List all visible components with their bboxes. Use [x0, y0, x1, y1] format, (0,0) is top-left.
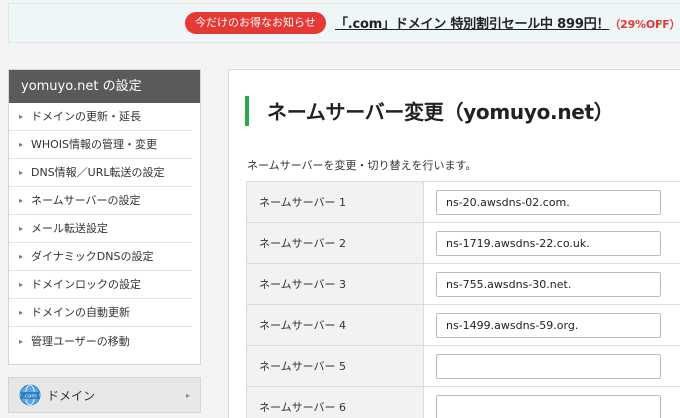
nameserver-label: ネームサーバー 2 — [246, 223, 424, 263]
nameserver-4-input[interactable] — [436, 313, 661, 338]
nameserver-5-input[interactable] — [436, 354, 661, 379]
nameserver-3-input[interactable] — [436, 272, 661, 297]
arrow-right-icon: ▸ — [19, 196, 24, 205]
arrow-right-icon: ▸ — [19, 112, 24, 121]
arrow-right-icon: ▸ — [19, 168, 24, 177]
table-row: ネームサーバー 1 — [246, 182, 680, 223]
globe-icon: .com — [19, 384, 41, 406]
arrow-right-icon: ▸ — [19, 252, 24, 261]
sidebar-item-label: メール転送設定 — [31, 222, 108, 235]
sidebar-item-dns[interactable]: ▸ DNS情報／URL転送の設定 — [9, 159, 192, 187]
nameserver-label: ネームサーバー 1 — [246, 182, 424, 222]
table-row: ネームサーバー 6 — [246, 387, 680, 418]
domain-nav-item[interactable]: .com ドメイン ▸ — [8, 377, 201, 413]
sidebar-item-nameserver[interactable]: ▸ ネームサーバーの設定 — [9, 187, 192, 215]
page-title: ネームサーバー変更（yomuyo.net） — [267, 100, 614, 124]
sidebar-item-label: ダイナミックDNSの設定 — [31, 250, 154, 263]
sidebar-item-label: 管理ユーザーの移動 — [31, 334, 130, 348]
nameserver-label: ネームサーバー 4 — [246, 305, 424, 345]
sidebar-item-user-transfer[interactable]: ▸ 管理ユーザーの移動 — [9, 327, 192, 355]
globe-icon-text: .com — [23, 394, 37, 400]
arrow-right-icon: ▸ — [19, 280, 24, 289]
promo-banner[interactable]: 今だけのお得なお知らせ 「.com」ドメイン 特別割引セール中 899円！（29… — [8, 3, 680, 43]
nameserver-label: ネームサーバー 3 — [246, 264, 424, 304]
nameserver-table: ネームサーバー 1 ネームサーバー 2 ネームサーバー 3 ネームサーバー 4 … — [246, 181, 680, 418]
nameserver-label: ネームサーバー 5 — [246, 346, 424, 386]
sidebar-item-dynamic-dns[interactable]: ▸ ダイナミックDNSの設定 — [9, 243, 192, 271]
arrow-right-icon: ▸ — [19, 336, 24, 346]
domain-nav-label: ドメイン — [47, 388, 96, 403]
sidebar-item-domain-renewal[interactable]: ▸ ドメインの更新・延長 — [9, 103, 192, 131]
table-row: ネームサーバー 3 — [246, 264, 680, 305]
promo-link[interactable]: 「.com」ドメイン 特別割引セール中 899円！（29%OFF） — [335, 13, 680, 32]
nameserver-1-input[interactable] — [436, 190, 661, 215]
sidebar-item-label: ドメインの更新・延長 — [31, 110, 141, 123]
chevron-right-icon[interactable]: › — [657, 13, 663, 31]
sidebar-header: yomuyo.net の設定 — [9, 70, 200, 103]
sidebar-item-whois[interactable]: ▸ WHOIS情報の管理・変更 — [9, 131, 192, 159]
promo-text-main: 「.com」ドメイン 特別割引セール中 899円！ — [335, 17, 610, 32]
sidebar-item-label: ドメインの自動更新 — [31, 306, 130, 319]
sidebar-item-label: WHOIS情報の管理・変更 — [31, 138, 158, 151]
table-row: ネームサーバー 2 — [246, 223, 680, 264]
nameserver-label: ネームサーバー 6 — [246, 387, 424, 418]
sidebar-item-mail-forward[interactable]: ▸ メール転送設定 — [9, 215, 192, 243]
promo-discount: （29%OFF） — [609, 18, 680, 31]
sidebar: yomuyo.net の設定 ▸ ドメインの更新・延長 ▸ WHOIS情報の管理・変… — [8, 69, 201, 365]
table-row: ネームサーバー 5 — [246, 346, 680, 387]
nameserver-6-input[interactable] — [436, 395, 661, 418]
arrow-right-icon: ▸ — [19, 140, 24, 149]
promo-badge: 今だけのお得なお知らせ — [185, 12, 326, 34]
arrow-right-icon: ▸ — [185, 390, 190, 400]
arrow-right-icon: ▸ — [19, 224, 24, 233]
title-accent-bar — [245, 96, 249, 126]
page-description: ネームサーバーを変更・切り替えを行います。 — [247, 159, 477, 172]
sidebar-item-label: ネームサーバーの設定 — [31, 194, 141, 207]
sidebar-item-auto-renew[interactable]: ▸ ドメインの自動更新 — [9, 299, 192, 327]
sidebar-item-label: ドメインロックの設定 — [31, 278, 141, 291]
nameserver-2-input[interactable] — [436, 231, 661, 256]
main-panel: ネームサーバー変更（yomuyo.net） ネームサーバーを変更・切り替えを行い… — [228, 69, 680, 418]
sidebar-item-label: DNS情報／URL転送の設定 — [31, 166, 165, 179]
table-row: ネームサーバー 4 — [246, 305, 680, 346]
arrow-right-icon: ▸ — [19, 308, 24, 317]
sidebar-item-domain-lock[interactable]: ▸ ドメインロックの設定 — [9, 271, 192, 299]
